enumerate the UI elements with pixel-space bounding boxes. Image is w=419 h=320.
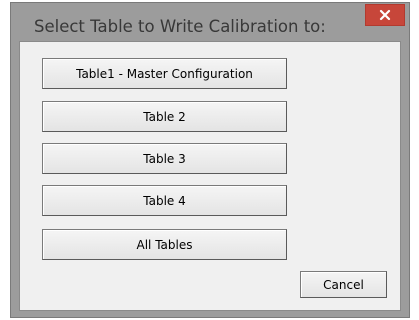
- close-button[interactable]: [365, 4, 405, 26]
- table1-master-configuration-button[interactable]: Table1 - Master Configuration: [42, 58, 287, 89]
- table2-button[interactable]: Table 2: [42, 101, 287, 132]
- all-tables-button[interactable]: All Tables: [42, 229, 287, 260]
- cancel-button[interactable]: Cancel: [300, 271, 387, 298]
- dialog-body: Table1 - Master Configuration Table 2 Ta…: [19, 41, 401, 311]
- dialog-window: Select Table to Write Calibration to: Ta…: [10, 2, 410, 318]
- dialog-title: Select Table to Write Calibration to:: [34, 17, 326, 36]
- close-icon: [379, 9, 391, 21]
- title-bar[interactable]: Select Table to Write Calibration to:: [11, 3, 409, 41]
- table3-button[interactable]: Table 3: [42, 143, 287, 174]
- table4-button[interactable]: Table 4: [42, 185, 287, 216]
